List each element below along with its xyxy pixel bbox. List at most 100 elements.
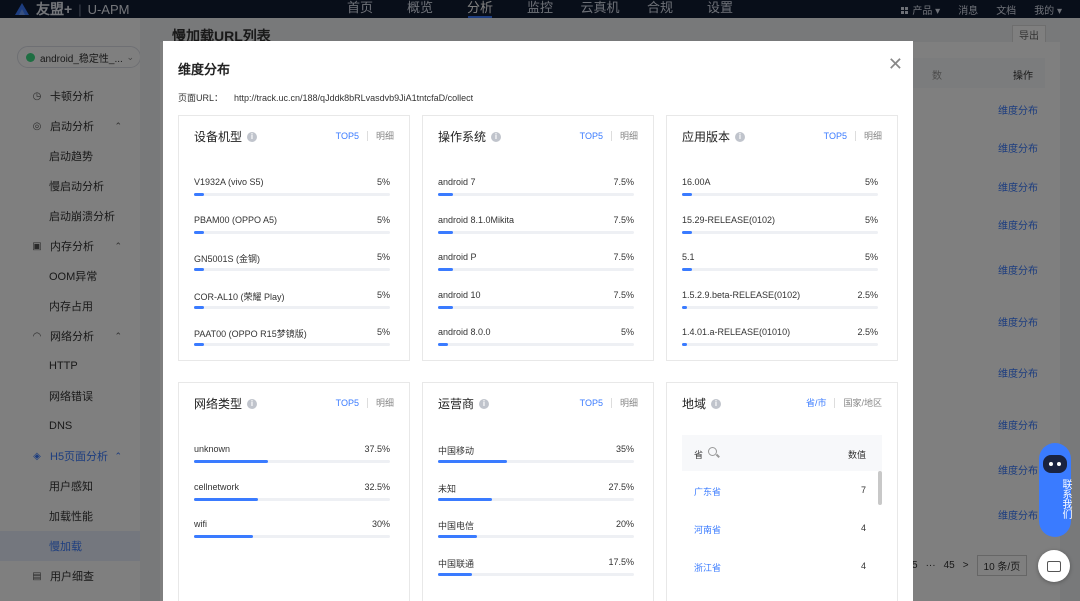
- scrollbar[interactable]: [878, 471, 882, 505]
- tab-detail[interactable]: 明细: [620, 396, 638, 409]
- info-icon[interactable]: i: [711, 398, 722, 409]
- col-province: 省: [694, 450, 704, 460]
- row-value: 27.5%: [608, 481, 634, 492]
- row-label: android 7: [438, 177, 476, 187]
- distribution-row: wifi 30%: [194, 519, 390, 557]
- distribution-rows: V1932A (vivo S5) 5% PBAM00 (OPPO A5) 5% GN50…: [194, 177, 390, 365]
- info-icon[interactable]: i: [247, 131, 258, 142]
- distribution-row: 15.29-RELEASE(0102) 5%: [682, 215, 878, 253]
- progress-track: [438, 343, 634, 346]
- card-header: 运营商 i TOP5 明细: [438, 395, 638, 411]
- distribution-row: GN5001S (金钢) 5%: [194, 252, 390, 290]
- row-value: 17.5%: [608, 556, 634, 567]
- card-region: 地域 i 省/市 国家/地区 省 数值 广东省 7 河南省 4 浙江省 4: [666, 382, 898, 601]
- distribution-row: PAAT00 (OPPO R15梦镜版) 5%: [194, 327, 390, 365]
- progress-track: [682, 230, 878, 234]
- province-link[interactable]: 广东省: [694, 485, 721, 498]
- tab-detail[interactable]: 明细: [864, 129, 882, 142]
- chat-button[interactable]: [1038, 550, 1070, 582]
- progress-track: [682, 193, 878, 196]
- card-app-version: 应用版本 i TOP5 明细 16.00A 5% 15.29-RELEASE(0102) 5%…: [666, 115, 898, 361]
- distribution-row: 16.00A 5%: [682, 177, 878, 215]
- progress-track: [682, 268, 878, 271]
- row-label: 中国联通: [438, 558, 475, 569]
- progress-track: [194, 535, 390, 538]
- progress-fill: [194, 460, 268, 463]
- tab-top5[interactable]: TOP5: [580, 131, 603, 141]
- row-value: 30%: [371, 519, 390, 529]
- distribution-row: V1932A (vivo S5) 5%: [194, 177, 390, 215]
- card-title: 应用版本: [682, 130, 731, 144]
- info-icon[interactable]: i: [247, 398, 258, 409]
- distribution-row: 1.5.2.9.beta-RELEASE(0102) 2.5%: [682, 290, 878, 328]
- tab-top5[interactable]: TOP5: [824, 131, 847, 141]
- tab-top5[interactable]: TOP5: [336, 398, 359, 408]
- contact-us-label: 联系我们: [1060, 479, 1071, 519]
- info-icon[interactable]: i: [479, 398, 490, 409]
- card-carrier: 运营商 i TOP5 明细 中国移动 35% 未知 27.5% 中国电信 20% 中国联通 17.5%: [422, 382, 654, 601]
- row-label: GN5001S (金钢): [194, 254, 261, 264]
- distribution-row: android 8.0.0 5%: [438, 327, 634, 365]
- distribution-row: 中国移动 35%: [438, 444, 634, 482]
- region-rows: 广东省 7 河南省 4 浙江省 4: [682, 471, 882, 585]
- tab-detail[interactable]: 明细: [620, 129, 638, 142]
- card-device-model: 设备机型 i TOP5 明细 V1932A (vivo S5) 5% PBAM00 (OPP…: [178, 115, 410, 361]
- row-value: 5%: [376, 327, 390, 337]
- row-value: 7.5%: [613, 177, 634, 187]
- card-header: 地域 i 省/市 国家/地区: [682, 395, 882, 411]
- row-label: 中国电信: [438, 521, 475, 531]
- row-value: 5%: [864, 177, 878, 187]
- chat-icon: [1047, 560, 1061, 572]
- progress-fill: [438, 572, 473, 576]
- progress-fill: [682, 343, 687, 346]
- card-title: 操作系统: [438, 130, 487, 144]
- card-tabs: TOP5 明细: [580, 396, 638, 409]
- row-value: 5%: [620, 327, 634, 337]
- row-label: unknown: [194, 444, 231, 454]
- row-label: 1.5.2.9.beta-RELEASE(0102): [682, 289, 801, 300]
- row-value: 5%: [376, 214, 390, 225]
- card-header: 设备机型 i TOP5 明细: [194, 128, 394, 144]
- province-link[interactable]: 浙江省: [694, 561, 721, 574]
- table-row: 广东省 7: [682, 471, 882, 509]
- progress-fill: [682, 305, 687, 309]
- distribution-row: 5.1 5%: [682, 252, 878, 290]
- progress-fill: [438, 305, 453, 309]
- info-icon[interactable]: i: [735, 131, 746, 142]
- tab-country-region[interactable]: 国家/地区: [843, 396, 882, 409]
- info-icon[interactable]: i: [491, 131, 502, 142]
- tab-divider: [854, 130, 856, 141]
- tab-divider: [366, 397, 368, 408]
- tab-top5[interactable]: TOP5: [580, 398, 603, 408]
- row-label: PAAT00 (OPPO R15梦镜版): [194, 329, 307, 339]
- progress-track: [194, 497, 390, 501]
- tab-detail[interactable]: 明细: [376, 396, 394, 409]
- card-tabs: TOP5 明细: [580, 129, 638, 142]
- table-row: 河南省 4: [682, 509, 882, 547]
- search-icon[interactable]: [708, 447, 717, 456]
- col-value: 数值: [847, 450, 866, 460]
- distribution-rows: unknown 37.5% cellnetwork 32.5% wifi 30%: [194, 444, 390, 557]
- distribution-row: 1.4.01.a-RELEASE(01010) 2.5%: [682, 327, 878, 365]
- progress-fill: [438, 460, 507, 463]
- row-value: 5%: [376, 177, 390, 187]
- tab-detail[interactable]: 明细: [376, 129, 394, 142]
- distribution-rows: android 7 7.5% android 8.1.0Mikita 7.5% andr…: [438, 177, 634, 365]
- progress-track: [194, 305, 390, 309]
- distribution-row: android 7 7.5%: [438, 177, 634, 215]
- row-value: 7.5%: [613, 252, 634, 262]
- close-icon[interactable]: ✕: [888, 55, 903, 73]
- row-value: 7.5%: [613, 214, 634, 225]
- table-row: 浙江省 4: [682, 547, 882, 585]
- tab-province-city[interactable]: 省/市: [806, 396, 827, 409]
- tab-top5[interactable]: TOP5: [336, 131, 359, 141]
- row-value: 5%: [864, 214, 878, 225]
- row-label: 16.00A: [682, 177, 711, 187]
- contact-us-widget[interactable]: 联系我们: [1039, 443, 1071, 537]
- region-table-header: 省 数值: [682, 435, 882, 471]
- province-link[interactable]: 河南省: [694, 523, 721, 536]
- url-row: 页面URL： http://track.uc.cn/188/qJddk8bRLva…: [178, 91, 473, 104]
- tab-divider: [834, 397, 836, 408]
- card-header: 网络类型 i TOP5 明细: [194, 395, 394, 411]
- distribution-row: android 10 7.5%: [438, 290, 634, 328]
